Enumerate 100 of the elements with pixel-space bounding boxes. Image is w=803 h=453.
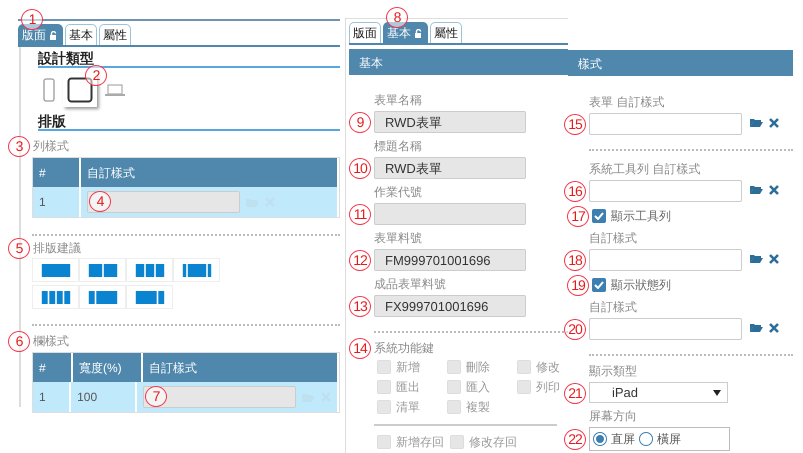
folder-icon[interactable]: [750, 118, 763, 127]
layout-option[interactable]: [32, 285, 79, 309]
annotation-marker: 9: [349, 112, 371, 133]
field-label: 顯示類型: [589, 363, 637, 380]
annotation-marker: 13: [349, 296, 371, 317]
select-field[interactable]: iPad: [589, 382, 728, 403]
columns-icon: [134, 290, 164, 304]
panel-header: 樣式: [568, 50, 793, 76]
checkbox-label: 清單: [396, 399, 420, 416]
layout-option[interactable]: [173, 258, 220, 282]
annotation-marker: 6: [8, 331, 30, 352]
columns-icon: [182, 264, 212, 276]
columns-icon: [134, 264, 164, 276]
table-header: 寬度(%): [73, 353, 143, 382]
annotation-marker: 10: [349, 158, 371, 179]
checkbox-label: 匯入: [466, 379, 490, 396]
columns-icon: [88, 290, 118, 304]
columns-icon: [88, 264, 118, 276]
checkbox-label: 顯示工具列: [611, 208, 671, 225]
section-title: 設計類型: [38, 47, 340, 68]
input-field[interactable]: [589, 113, 742, 135]
annotation-marker: 17: [567, 206, 589, 227]
annotation-marker: 22: [564, 429, 586, 450]
field-label: 標題名稱: [374, 138, 422, 155]
annotation-marker: 14: [349, 338, 371, 359]
columns-icon: [40, 290, 70, 304]
input-field[interactable]: [589, 249, 742, 271]
radio-button[interactable]: [593, 432, 607, 446]
table-header: #: [33, 158, 81, 187]
checkbox-label: 列印: [536, 379, 560, 396]
annotation-marker: 19: [567, 275, 589, 296]
annotation-marker: 4: [89, 191, 111, 212]
columns-icon: [40, 264, 70, 276]
annotation-marker: 3: [8, 136, 30, 157]
tab[interactable]: 版面: [349, 22, 381, 43]
annotation-marker: 21: [564, 382, 586, 404]
annotation-marker: 18: [564, 250, 586, 271]
checkbox-label: 顯示狀態列: [611, 277, 671, 294]
field-label: 自訂樣式: [589, 230, 637, 247]
radio-button[interactable]: [639, 432, 653, 446]
layout-option[interactable]: [79, 258, 126, 282]
close-icon[interactable]: [769, 185, 779, 195]
close-icon[interactable]: [769, 254, 779, 264]
table-cell: 100: [71, 382, 137, 412]
close-icon[interactable]: [769, 118, 779, 128]
check-icon: [594, 281, 604, 289]
annotation-marker: 8: [386, 7, 408, 28]
caret-icon: [713, 390, 721, 396]
folder-icon[interactable]: [750, 323, 763, 332]
checkbox-label: 刪除: [466, 359, 490, 376]
phone-icon[interactable]: [43, 78, 55, 102]
lock-icon: [415, 28, 424, 38]
checkbox-label: 修改: [536, 359, 560, 376]
table-cell: 1: [33, 187, 81, 217]
section-title: 排版: [38, 110, 340, 131]
radio-label: 直屏: [611, 431, 635, 448]
layout-option[interactable]: [126, 285, 173, 309]
checkbox-label: 匯出: [396, 379, 420, 396]
field-label: 欄樣式: [33, 333, 69, 350]
laptop-icon[interactable]: [105, 84, 125, 96]
field-label: 表單名稱: [374, 92, 422, 109]
table-header: #: [33, 353, 73, 382]
checkbox-label: 新增: [396, 359, 420, 376]
tab[interactable]: 屬性: [430, 22, 462, 43]
field-label: 列樣式: [33, 138, 69, 155]
checkbox-label: 新增存回: [396, 434, 444, 451]
checkbox-label: 修改存回: [469, 434, 517, 451]
field-label: 表單料號: [374, 230, 422, 247]
field-label: 表單 自訂樣式: [589, 94, 664, 111]
annotation-marker: 20: [564, 319, 586, 340]
tab[interactable]: 基本: [383, 22, 428, 43]
field-label: 自訂樣式: [589, 299, 637, 316]
annotation-marker: 11: [349, 204, 371, 225]
annotation-marker: 12: [349, 250, 371, 271]
panel-header: 基本: [349, 49, 568, 75]
radio-label: 橫屏: [657, 431, 681, 448]
lock-icon: [50, 30, 59, 40]
field-label: 屏幕方向: [589, 408, 637, 425]
annotation-marker: 1: [21, 9, 43, 30]
layout-option[interactable]: [79, 285, 126, 309]
table-header: 自訂樣式: [81, 158, 339, 187]
close-icon[interactable]: [769, 323, 779, 333]
layout-option[interactable]: [126, 258, 173, 282]
tab[interactable]: 屬性: [99, 24, 131, 45]
annotation-marker: 16: [564, 181, 586, 202]
field-label: 排版建議: [33, 240, 81, 257]
input-field[interactable]: [589, 318, 742, 340]
table-cell: 1: [33, 382, 72, 412]
folder-icon[interactable]: [750, 185, 763, 194]
layout-option[interactable]: [32, 258, 79, 282]
input-field[interactable]: [589, 180, 742, 202]
annotation-marker: 7: [145, 386, 167, 407]
tab[interactable]: 基本: [65, 24, 97, 45]
checkbox[interactable]: [592, 278, 606, 292]
table-header: 自訂樣式: [143, 353, 339, 382]
field-label: 系統工具列 自訂樣式: [589, 161, 700, 178]
tab[interactable]: 版面: [18, 24, 63, 45]
folder-icon[interactable]: [750, 254, 763, 263]
annotation-marker: 15: [564, 114, 586, 135]
checkbox[interactable]: [592, 209, 606, 223]
